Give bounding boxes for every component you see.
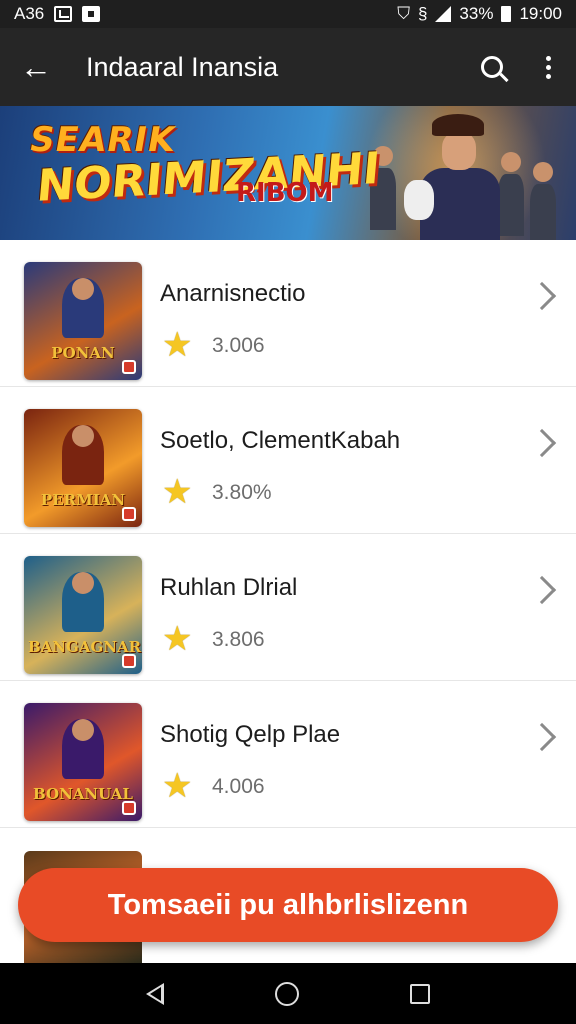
thumbnail-figure: [62, 572, 104, 632]
thumbnail-wordmark: BANGAGNAR: [28, 638, 142, 656]
gallery-notification-icon: [54, 6, 73, 22]
promo-banner[interactable]: SEARIK NORIMIZANHI RIBOM: [0, 106, 576, 240]
list-item[interactable]: PERMIAN Soetlo, ClementKabah ★ 3.80%: [0, 387, 576, 534]
no-sim-icon: §: [417, 4, 428, 23]
system-nav-bar: [0, 963, 576, 1024]
banner-tag: RIBOM: [236, 178, 334, 208]
chevron-right-icon: [527, 428, 557, 458]
back-arrow-icon: ←: [20, 48, 52, 85]
star-icon: ★: [162, 326, 193, 364]
list-item[interactable]: PONAN Anarnisnectio ★ 3.006: [0, 240, 576, 387]
game-list: PONAN Anarnisnectio ★ 3.006 PERMIAN Soet…: [0, 240, 576, 828]
signal-icon: [435, 6, 452, 22]
chevron-right-icon: [527, 722, 557, 752]
thumbnail-figure: [62, 719, 104, 779]
star-icon: ★: [162, 473, 193, 511]
search-icon: [481, 56, 503, 78]
page-title: Indaaral Inansia: [86, 51, 279, 82]
star-icon: ★: [162, 620, 193, 658]
battery-percent: 33%: [459, 4, 494, 23]
nav-recents-button[interactable]: [410, 983, 431, 1004]
overflow-menu-button[interactable]: [520, 28, 576, 106]
battery-icon: [501, 6, 512, 22]
shield-icon: ⛉: [397, 4, 410, 23]
banner-hero-figure: [400, 110, 520, 240]
nav-recents-icon: [410, 983, 431, 1004]
thumbnail-wordmark: PERMIAN: [40, 491, 126, 509]
thumbnail-figure: [62, 425, 104, 485]
game-rating: 4.006: [212, 775, 265, 798]
chevron-right-icon: [527, 281, 557, 311]
thumbnail-badge: [122, 654, 136, 668]
game-title: Soetlo, ClementKabah: [160, 427, 401, 454]
status-left-text: A36: [14, 4, 45, 23]
search-button[interactable]: [464, 28, 520, 106]
status-left: A36: [14, 4, 101, 24]
list-item[interactable]: BANGAGNAR Ruhlan Dlrial ★ 3.806: [0, 534, 576, 681]
game-rating: 3.006: [212, 334, 265, 357]
back-button[interactable]: ←: [0, 28, 72, 106]
clock: 19:00: [519, 4, 562, 23]
list-item[interactable]: BONANUAL Shotig Qelp Plae ★ 4.006: [0, 681, 576, 828]
thumbnail-badge: [122, 360, 136, 374]
nav-home-icon: [274, 981, 299, 1006]
thumbnail-badge: [122, 801, 136, 815]
nav-home-button[interactable]: [274, 981, 299, 1006]
status-right: ⛉ § 33% 19:00: [397, 4, 562, 24]
game-thumbnail: PONAN: [24, 262, 142, 380]
thumbnail-wordmark: BONANUAL: [33, 785, 133, 803]
game-thumbnail: PERMIAN: [24, 409, 142, 527]
screen: A36 ⛉ § 33% 19:00 ← Indaaral Inansia SEA…: [0, 0, 576, 1024]
more-vert-icon: [545, 55, 551, 79]
app-notification-icon: [82, 6, 101, 22]
thumbnail-wordmark: PONAN: [51, 344, 115, 362]
game-rating: 3.80%: [212, 481, 272, 504]
app-bar: ← Indaaral Inansia: [0, 28, 576, 106]
primary-action-button[interactable]: Tomsaeii pu alhbrlislizenn: [18, 868, 558, 942]
banner-soldier: [530, 162, 556, 240]
nav-back-button[interactable]: [145, 982, 164, 1005]
game-thumbnail: BONANUAL: [24, 703, 142, 821]
game-title: Shotig Qelp Plae: [160, 721, 341, 748]
chevron-right-icon: [527, 575, 557, 605]
nav-back-icon: [145, 982, 164, 1005]
game-title: Ruhlan Dlrial: [160, 574, 298, 601]
thumbnail-figure: [62, 278, 104, 338]
game-title: Anarnisnectio: [160, 280, 306, 307]
thumbnail-badge: [122, 507, 136, 521]
game-thumbnail: BANGAGNAR: [24, 556, 142, 674]
status-bar: A36 ⛉ § 33% 19:00: [0, 0, 576, 28]
game-rating: 3.806: [212, 628, 265, 651]
star-icon: ★: [162, 767, 193, 805]
